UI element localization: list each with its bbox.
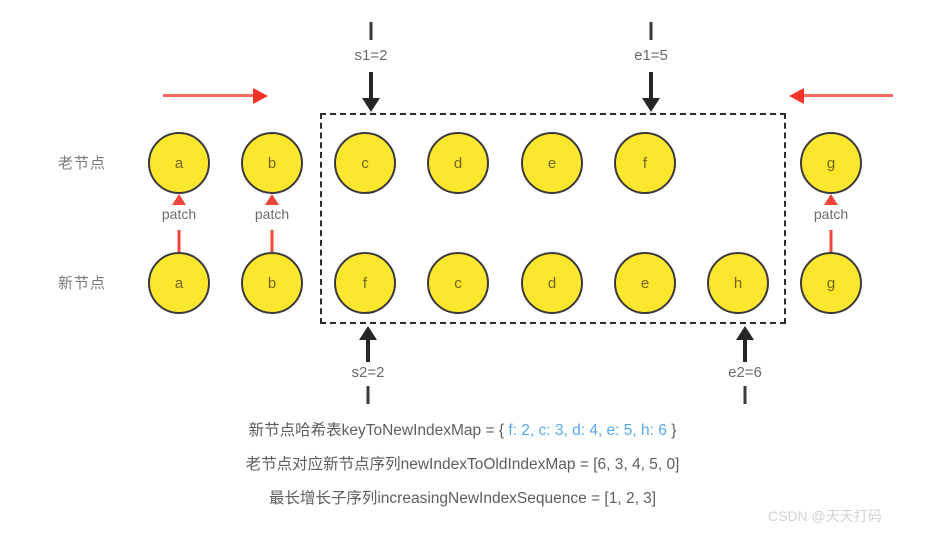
patch-arrow-head-icon — [824, 194, 838, 205]
backward-scan-arrow-head — [789, 88, 804, 104]
patch-stem — [829, 230, 833, 252]
pointer-label: s2=2 — [351, 364, 385, 381]
pointer-stem — [369, 72, 373, 98]
forward-scan-arrow-head — [253, 88, 268, 104]
new-node[interactable]: d — [521, 252, 583, 314]
pointer-tick — [649, 22, 653, 40]
old-node[interactable]: a — [148, 132, 210, 194]
pointer-marker-s1: s1=2 — [331, 22, 411, 114]
old-node[interactable]: d — [427, 132, 489, 194]
row-label-old-nodes: 老节点 — [58, 155, 107, 172]
pointer-stem — [649, 72, 653, 98]
patch-connector: patch — [242, 194, 302, 254]
new-node[interactable]: b — [241, 252, 303, 314]
pointer-stem — [743, 340, 747, 362]
pointer-arrow-up-icon — [736, 326, 754, 340]
forward-scan-arrow-line — [163, 94, 255, 97]
old-node[interactable]: f — [614, 132, 676, 194]
formula-map-body: f: 2, c: 3, d: 4, e: 5, h: 6 — [508, 422, 667, 439]
old-node[interactable]: g — [800, 132, 862, 194]
new-node[interactable]: e — [614, 252, 676, 314]
formula-prefix: 新节点哈希表keyToNewIndexMap = { — [248, 422, 505, 439]
pointer-arrow-down-icon — [642, 98, 660, 112]
formula-increasing-new-index-sequence: 最长增长子序列increasingNewIndexSequence = [1, … — [268, 490, 657, 507]
old-node[interactable]: e — [521, 132, 583, 194]
patch-label: patch — [161, 206, 197, 222]
pointer-arrow-down-icon — [362, 98, 380, 112]
patch-stem — [270, 230, 274, 252]
new-node[interactable]: g — [800, 252, 862, 314]
formula-suffix: } — [671, 422, 677, 439]
old-node[interactable]: b — [241, 132, 303, 194]
new-node[interactable]: f — [334, 252, 396, 314]
pointer-label: e1=5 — [634, 47, 668, 64]
new-node[interactable]: h — [707, 252, 769, 314]
pointer-stem — [366, 340, 370, 362]
patch-label: patch — [813, 206, 849, 222]
pointer-tick — [366, 386, 370, 404]
formula-new-index-to-old-index-map: 老节点对应新节点序列newIndexToOldIndexMap = [6, 3,… — [245, 456, 680, 473]
pointer-tick — [743, 386, 747, 404]
pointer-tick — [369, 22, 373, 40]
patch-arrow-head-icon — [172, 194, 186, 205]
patch-stem — [177, 230, 181, 252]
patch-connector: patch — [149, 194, 209, 254]
patch-arrow-head-icon — [265, 194, 279, 205]
diagram-canvas: 老节点 新节点 a b c d e f g a b f c d e h g pa… — [0, 0, 925, 534]
pointer-label: s1=2 — [354, 47, 388, 64]
formula-key-to-new-index-map: 新节点哈希表keyToNewIndexMap = { f: 2, c: 3, d… — [0, 418, 925, 440]
old-node[interactable]: c — [334, 132, 396, 194]
patch-label: patch — [254, 206, 290, 222]
csdn-watermark: CSDN @天天打码 — [768, 508, 882, 524]
row-label-new-nodes: 新节点 — [58, 275, 107, 292]
pointer-marker-s2: s2=2 — [328, 326, 408, 406]
pointer-marker-e1: e1=5 — [611, 22, 691, 114]
pointer-marker-e2: e2=6 — [705, 326, 785, 406]
patch-connector: patch — [801, 194, 861, 254]
new-node[interactable]: a — [148, 252, 210, 314]
new-node[interactable]: c — [427, 252, 489, 314]
backward-scan-arrow-line — [803, 94, 893, 97]
pointer-arrow-up-icon — [359, 326, 377, 340]
pointer-label: e2=6 — [728, 364, 762, 381]
